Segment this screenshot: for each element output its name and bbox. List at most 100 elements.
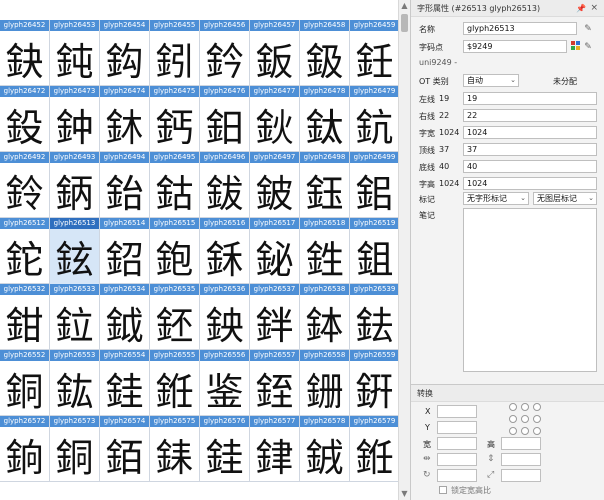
glyph-cell[interactable]: glyph26499 鈻 (350, 152, 400, 218)
skew-input[interactable] (501, 469, 541, 482)
glyph-cell[interactable]: glyph26518 鉎 (300, 218, 350, 284)
metric-input[interactable]: 19 (463, 92, 597, 105)
glyph-cell[interactable]: glyph26494 鈶 (100, 152, 150, 218)
glyph-cell[interactable]: glyph26579 銋 (350, 416, 400, 482)
close-icon[interactable]: × (590, 3, 598, 13)
glyph-cell[interactable]: glyph26453 鈍 (50, 20, 100, 86)
anchor-dot[interactable] (509, 403, 517, 411)
glyph-cell[interactable]: glyph26479 鈧 (350, 86, 400, 152)
glyph-cell[interactable]: glyph26576 銈 (200, 416, 250, 482)
scroll-thumb[interactable] (401, 14, 408, 32)
glyph-cell[interactable]: glyph26537 鉡 (250, 284, 300, 350)
metric-input[interactable]: 1024 (463, 177, 597, 190)
glyph-cell[interactable]: glyph26454 鈎 (100, 20, 150, 86)
glyph-cell[interactable]: glyph26556 鉴 (200, 350, 250, 416)
glyph-cell[interactable]: glyph26514 鉊 (100, 218, 150, 284)
glyph-cell[interactable]: glyph26574 銆 (100, 416, 150, 482)
glyph-cell[interactable]: glyph26459 鈓 (350, 20, 400, 86)
glyph-cell[interactable]: glyph26533 鉝 (50, 284, 100, 350)
glyph-cell[interactable]: glyph26538 鉢 (300, 284, 350, 350)
glyph-cell[interactable]: glyph26456 鈐 (200, 20, 250, 86)
glyph-cell[interactable]: glyph26558 銏 (300, 350, 350, 416)
glyph-cell[interactable]: glyph26475 鈣 (150, 86, 200, 152)
glyph-cell[interactable]: glyph26473 鈡 (50, 86, 100, 152)
glyph-cell[interactable]: glyph26513 鉉 (50, 218, 100, 284)
scroll-up-icon[interactable]: ▲ (399, 0, 410, 12)
glyph-cell[interactable]: glyph26512 鉈 (0, 218, 50, 284)
glyph-cell[interactable]: glyph26452 鈌 (0, 20, 50, 86)
anchor-dot[interactable] (533, 415, 541, 423)
glyph-cell[interactable]: glyph26519 鉏 (350, 218, 400, 284)
ot-class-select[interactable]: 自动 ⌄ (463, 74, 519, 87)
anchor-selector[interactable] (509, 403, 543, 437)
glyph-cell[interactable]: glyph26493 鈵 (50, 152, 100, 218)
glyph-cell[interactable]: glyph26573 銅 (50, 416, 100, 482)
glyph-cell[interactable]: glyph26532 鉗 (0, 284, 50, 350)
glyph-cell[interactable]: glyph26575 銇 (150, 416, 200, 482)
metric-input[interactable]: 1024 (463, 126, 597, 139)
glyph-cell[interactable]: glyph26474 鈢 (100, 86, 150, 152)
pencil-icon[interactable]: ✎ (583, 42, 593, 52)
glyph-cell[interactable]: glyph26557 銍 (250, 350, 300, 416)
flip-vertical-icon[interactable]: ⇕ (487, 454, 495, 464)
codepoint-input[interactable]: $9249 (463, 40, 567, 53)
glyph-cell[interactable]: glyph26535 鉟 (150, 284, 200, 350)
glyph-cell[interactable]: glyph26457 鈑 (250, 20, 300, 86)
glyph-cell[interactable]: glyph26534 鉞 (100, 284, 150, 350)
rotate-input[interactable] (437, 469, 477, 482)
metric-input[interactable]: 22 (463, 109, 597, 122)
glyph-cell[interactable]: glyph26497 鈹 (250, 152, 300, 218)
glyph-cell[interactable]: glyph26496 鈸 (200, 152, 250, 218)
skew-icon[interactable]: ⤢ (487, 470, 494, 480)
glyph-cell[interactable]: glyph26477 鈥 (250, 86, 300, 152)
glyph-grid[interactable]: glyph26452 鈌 glyph26453 鈍 glyph26454 鈎 glyph26… (0, 0, 400, 500)
anchor-dot[interactable] (521, 427, 529, 435)
glyph-cell[interactable]: glyph26478 鈦 (300, 86, 350, 152)
glyph-cell[interactable]: glyph26539 鉣 (350, 284, 400, 350)
glyph-cell[interactable]: glyph26577 銉 (250, 416, 300, 482)
height-input[interactable] (501, 437, 541, 450)
pin-icon[interactable]: 📌 (576, 4, 586, 13)
flip-horizontal-icon[interactable]: ⇹ (423, 454, 431, 464)
metric-input[interactable]: 37 (463, 143, 597, 156)
anchor-dot[interactable] (533, 403, 541, 411)
lock-aspect-checkbox[interactable] (439, 486, 447, 494)
anchor-dot[interactable] (521, 403, 529, 411)
glyph-cell[interactable]: glyph26552 銅 (0, 350, 50, 416)
flip-h-input[interactable] (437, 453, 477, 466)
glyph-cell[interactable]: glyph26517 鉍 (250, 218, 300, 284)
glyph-mark-select[interactable]: 无字形标记 ⌄ (463, 192, 529, 205)
glyph-cell[interactable]: glyph26555 銋 (150, 350, 200, 416)
glyph-cell[interactable]: glyph26495 鈷 (150, 152, 200, 218)
anchor-dot[interactable] (509, 415, 517, 423)
metric-input[interactable]: 40 (463, 160, 597, 173)
layer-mark-select[interactable]: 无图层标记 ⌄ (533, 192, 597, 205)
glyph-cell[interactable]: glyph26559 銒 (350, 350, 400, 416)
anchor-dot[interactable] (509, 427, 517, 435)
grid-scrollbar[interactable]: ▲ ▼ (398, 0, 410, 500)
glyph-cell[interactable]: glyph26515 鉋 (150, 218, 200, 284)
unicode-picker-icon[interactable] (571, 41, 581, 51)
notes-textarea[interactable] (463, 208, 597, 372)
glyph-cell[interactable]: glyph26536 鉠 (200, 284, 250, 350)
rotate-icon[interactable]: ↻ (423, 470, 431, 480)
pencil-icon[interactable]: ✎ (583, 24, 593, 34)
x-input[interactable] (437, 405, 477, 418)
glyph-cell[interactable]: glyph26572 銄 (0, 416, 50, 482)
scroll-down-icon[interactable]: ▼ (399, 488, 410, 500)
glyph-cell[interactable]: glyph26516 鉌 (200, 218, 250, 284)
glyph-cell[interactable]: glyph26578 銊 (300, 416, 350, 482)
glyph-cell[interactable]: glyph26455 鈏 (150, 20, 200, 86)
anchor-dot[interactable] (533, 427, 541, 435)
glyph-cell[interactable]: glyph26492 鈴 (0, 152, 50, 218)
glyph-cell[interactable]: glyph26553 鈜 (50, 350, 100, 416)
glyph-cell[interactable]: glyph26472 鈠 (0, 86, 50, 152)
anchor-dot[interactable] (521, 415, 529, 423)
glyph-cell[interactable]: glyph26554 銈 (100, 350, 150, 416)
glyph-cell[interactable]: glyph26476 鈤 (200, 86, 250, 152)
width-input[interactable] (437, 437, 477, 450)
y-input[interactable] (437, 421, 477, 434)
name-input[interactable]: glyph26513 (463, 22, 577, 35)
glyph-cell[interactable]: glyph26458 鈒 (300, 20, 350, 86)
glyph-cell[interactable]: glyph26498 鈺 (300, 152, 350, 218)
